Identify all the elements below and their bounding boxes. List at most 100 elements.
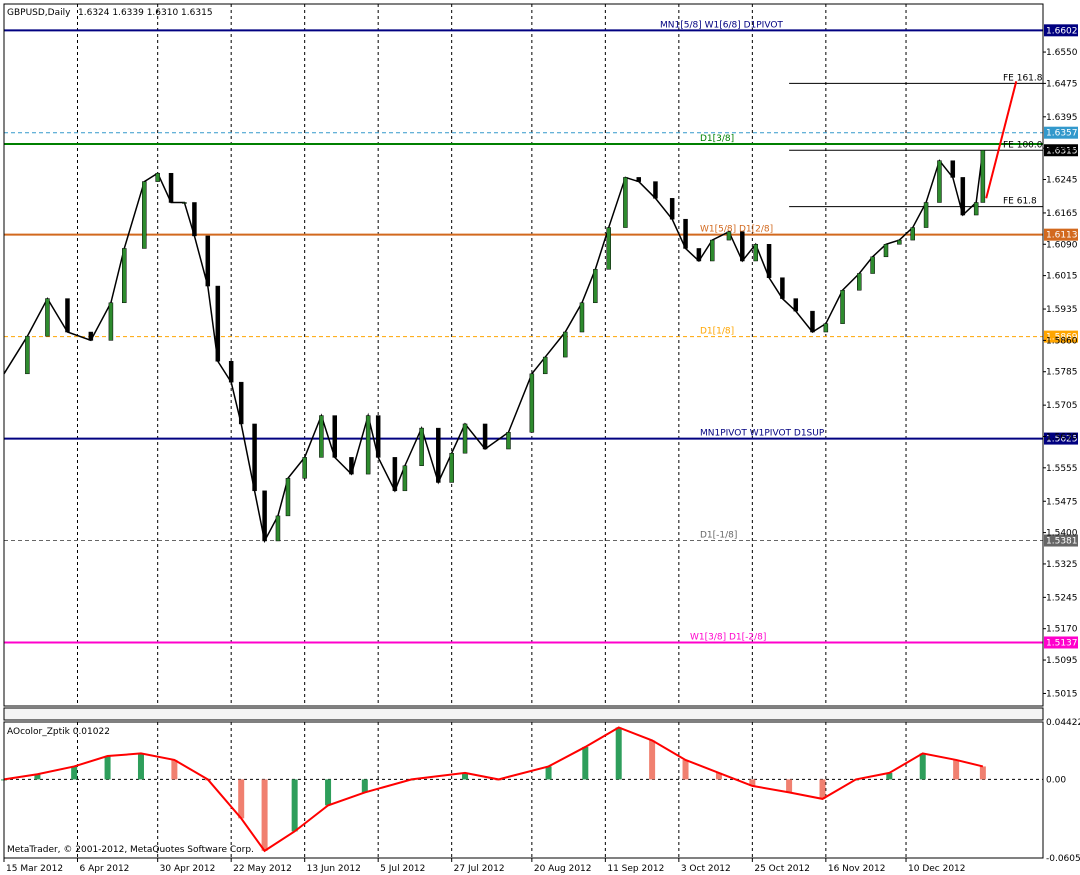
y-tick-label: 1.5400 — [1046, 529, 1078, 539]
osc-tick-label: -0.06053 — [1046, 854, 1080, 864]
y-tick-label: 1.5705 — [1046, 401, 1078, 411]
y-tick-label: 1.5860 — [1046, 336, 1078, 346]
y-tick-label: 1.5785 — [1046, 368, 1078, 378]
candle — [192, 202, 197, 237]
candle — [275, 515, 281, 542]
osc-bar — [71, 766, 78, 780]
candle — [182, 202, 187, 204]
osc-bar — [361, 779, 368, 793]
candle — [228, 361, 234, 383]
candle — [88, 331, 94, 341]
level-label: MN1PIVOT W1PIVOT D1SUP — [700, 429, 825, 439]
level-badge-text: 1.6357 — [1046, 129, 1078, 139]
level-label: D1[1/8] — [700, 327, 734, 337]
candle — [669, 198, 675, 220]
osc-bar — [291, 779, 298, 832]
y-tick-label: 1.6015 — [1046, 272, 1078, 282]
copyright-text: MetaTrader, © 2001-2012, MetaQuotes Soft… — [7, 845, 254, 855]
x-tick-label: 25 Oct 2012 — [754, 864, 810, 874]
y-tick-label: 1.5325 — [1046, 560, 1078, 570]
candle — [923, 202, 929, 228]
y-tick-label: 1.5935 — [1046, 305, 1078, 315]
x-tick-label: 15 Mar 2012 — [6, 864, 63, 874]
level-label: FE 61.8 — [1003, 197, 1037, 207]
candle — [840, 289, 845, 324]
candle — [506, 432, 511, 450]
level-label: FE 100.0 — [1003, 140, 1043, 150]
osc-bar — [819, 779, 826, 799]
candle — [606, 227, 611, 270]
osc-bar — [137, 753, 144, 780]
candle — [910, 227, 915, 241]
candle — [462, 423, 468, 454]
candle — [710, 239, 715, 262]
candle — [810, 310, 815, 333]
candle — [238, 381, 244, 425]
chart-background — [0, 0, 1080, 875]
x-tick-label: 6 Apr 2012 — [79, 864, 129, 874]
candle — [780, 277, 785, 299]
candle — [252, 423, 257, 492]
osc-bar — [325, 779, 332, 806]
candle — [436, 427, 441, 483]
level-badge-text: 1.5137 — [1046, 638, 1078, 648]
candle — [529, 373, 535, 433]
osc-bar — [979, 766, 986, 780]
x-tick-label: 10 Dec 2012 — [908, 864, 966, 874]
candle — [870, 256, 875, 274]
osc-tick-label: 0.00 — [1046, 775, 1066, 785]
candle — [155, 172, 160, 182]
trading-chart[interactable]: MN1[5/8] W1[6/8] D1PIVOT1.6602FE 161.81.… — [0, 0, 1080, 875]
candle — [375, 415, 381, 458]
candle — [883, 244, 889, 258]
y-tick-label: 1.6320 — [1046, 144, 1078, 154]
osc-bar — [171, 759, 178, 780]
candle — [392, 457, 398, 492]
level-label: W1[5/8] D1[2/8] — [700, 225, 773, 235]
candle — [449, 452, 454, 483]
candle — [980, 150, 986, 203]
candle — [349, 457, 354, 475]
osc-bar — [261, 779, 268, 851]
candle — [319, 415, 324, 458]
candle — [142, 181, 147, 249]
x-tick-label: 3 Oct 2012 — [681, 864, 731, 874]
candle — [482, 423, 488, 450]
candle — [897, 239, 902, 245]
candle — [25, 335, 30, 375]
candle — [726, 231, 732, 241]
candle — [45, 298, 50, 337]
osc-bar — [682, 759, 689, 780]
osc-bar — [582, 746, 589, 780]
chart-header-symbol: GBPUSD,Daily — [7, 8, 71, 18]
candle — [563, 331, 568, 358]
chart-header-ohlc: 1.6324 1.6339 1.6310 1.6315 — [78, 8, 213, 18]
candle — [973, 202, 979, 216]
candle — [332, 415, 337, 458]
candle — [302, 457, 307, 479]
level-badge-text: 1.6602 — [1046, 26, 1078, 36]
osc-bar — [104, 756, 111, 780]
level-label: MN1[5/8] W1[6/8] D1PIVOT — [660, 20, 783, 30]
candle — [402, 465, 408, 492]
x-tick-label: 22 May 2012 — [233, 864, 292, 874]
y-tick-label: 1.5630 — [1046, 432, 1078, 442]
candle — [766, 244, 772, 278]
y-tick-label: 1.6245 — [1046, 176, 1078, 186]
candle — [579, 302, 585, 333]
y-tick-label: 1.6550 — [1046, 48, 1078, 58]
candle — [753, 244, 758, 262]
level-label: D1[3/8] — [700, 134, 734, 144]
x-tick-label: 11 Sep 2012 — [607, 864, 664, 874]
x-tick-label: 27 Jul 2012 — [454, 864, 505, 874]
candle — [960, 177, 966, 216]
x-tick-label: 16 Nov 2012 — [828, 864, 886, 874]
candle — [419, 427, 424, 466]
candle — [937, 160, 942, 203]
y-tick-label: 1.6395 — [1046, 113, 1078, 123]
candle — [65, 298, 70, 333]
y-tick-label: 1.6090 — [1046, 240, 1078, 250]
osc-bar — [786, 779, 793, 793]
x-tick-label: 30 Apr 2012 — [160, 864, 216, 874]
y-tick-label: 1.5245 — [1046, 593, 1078, 603]
